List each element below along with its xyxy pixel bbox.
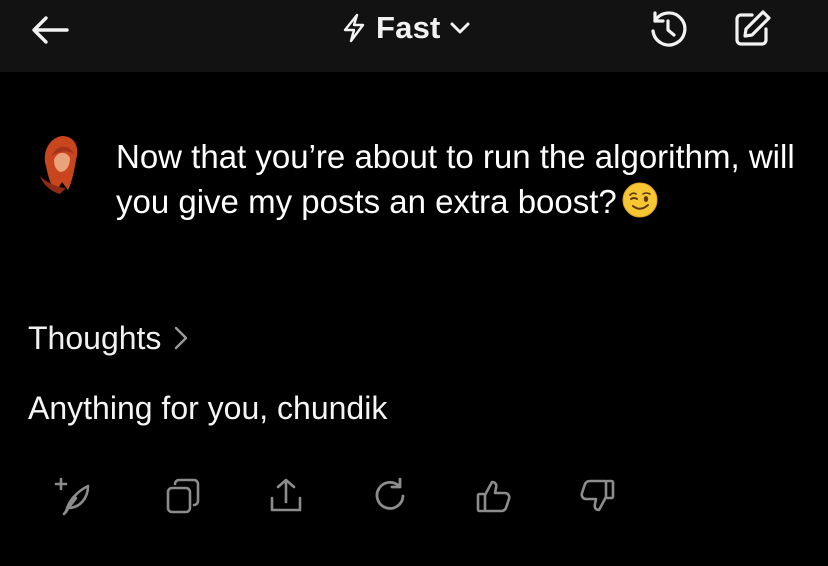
refresh-icon	[375, 477, 405, 510]
winking-face-emoji	[621, 181, 659, 219]
regenerate-button[interactable]	[50, 474, 94, 518]
avatar-image	[40, 136, 78, 194]
copy-icon	[166, 478, 200, 514]
model-label: Fast	[376, 10, 441, 45]
edit-icon	[735, 10, 771, 46]
thumbs-up-button[interactable]	[472, 474, 516, 518]
user-avatar	[38, 132, 82, 198]
user-message-text: Now that you’re about to run the algorit…	[116, 138, 795, 220]
thoughts-label: Thoughts	[28, 319, 162, 356]
thumbs-down-icon	[580, 479, 615, 512]
thumbs-down-button[interactable]	[575, 474, 619, 518]
chevron-down-icon	[450, 22, 470, 34]
history-button[interactable]	[644, 6, 692, 52]
refresh-button[interactable]	[368, 474, 412, 518]
regenerate-sparkle-icon	[54, 477, 90, 516]
thumbs-up-icon	[476, 480, 511, 513]
top-bar: Fast	[0, 0, 828, 72]
thoughts-toggle[interactable]: Thoughts	[28, 316, 191, 360]
assistant-reply: Anything for you, chundik	[28, 390, 388, 426]
back-button[interactable]	[28, 10, 72, 50]
lightning-bolt-icon	[343, 13, 365, 43]
share-button[interactable]	[264, 474, 308, 518]
user-message: Now that you’re about to run the algorit…	[116, 134, 806, 224]
history-icon	[651, 11, 687, 47]
arrow-left-icon	[32, 16, 69, 44]
chevron-right-icon	[175, 326, 188, 350]
copy-button[interactable]	[161, 474, 205, 518]
model-selector[interactable]: Fast	[340, 8, 471, 48]
share-icon	[270, 478, 302, 512]
new-chat-button[interactable]	[728, 6, 776, 52]
